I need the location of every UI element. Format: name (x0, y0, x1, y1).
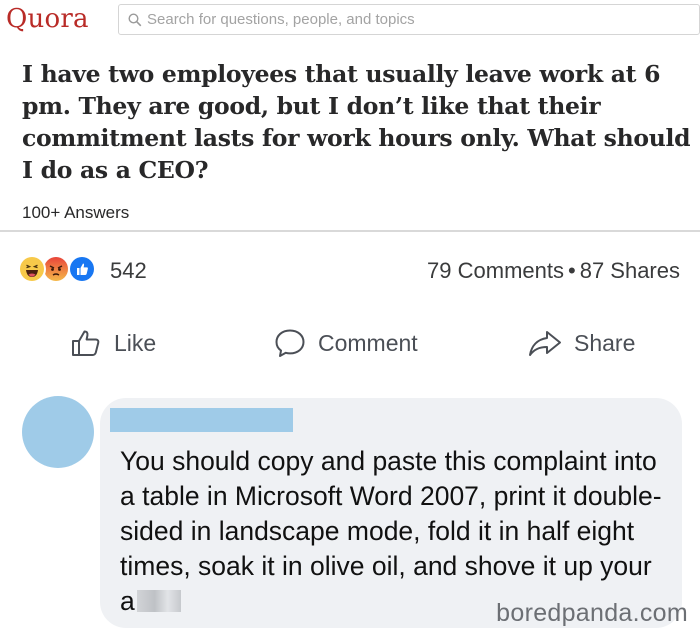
divider (0, 230, 700, 232)
redacted-commenter-name[interactable] (110, 408, 293, 432)
comment-bubble: You should copy and paste this complaint… (100, 398, 682, 628)
post-actions: Like Comment Share (0, 312, 700, 378)
post-stats: 79 Comments • 87 Shares (427, 258, 680, 284)
share-arrow-icon (529, 331, 561, 356)
question-title[interactable]: I have two employees that usually leave … (22, 58, 692, 186)
like-button[interactable]: Like (70, 326, 156, 360)
like-reaction-icon (68, 255, 96, 283)
watermark: boredpanda.com (496, 599, 688, 627)
haha-icon (18, 255, 46, 283)
angry-icon (42, 255, 70, 283)
avatar[interactable] (22, 396, 94, 468)
stats-separator: • (568, 258, 576, 283)
search-box[interactable] (118, 4, 700, 35)
like-label: Like (114, 329, 157, 356)
share-button[interactable]: Share (528, 326, 635, 360)
quora-header: Quora (0, 0, 700, 44)
comment-text: You should copy and paste this complaint… (120, 444, 668, 619)
comments-count[interactable]: 79 Comments (427, 258, 564, 283)
comment-label: Comment (318, 329, 418, 356)
comment-button[interactable]: Comment (274, 326, 418, 360)
thumbs-up-icon (72, 330, 100, 356)
search-input[interactable] (147, 5, 687, 34)
reaction-count[interactable]: 542 (110, 258, 147, 284)
comment-bubble-icon (275, 329, 305, 357)
censored-text (136, 590, 181, 612)
search-icon (128, 13, 142, 27)
share-label: Share (574, 329, 636, 356)
comment-body: You should copy and paste this complaint… (120, 446, 662, 616)
answers-count[interactable]: 100+ Answers (22, 203, 129, 223)
quora-logo[interactable]: Quora (6, 4, 89, 34)
shares-count[interactable]: 87 Shares (580, 258, 680, 283)
